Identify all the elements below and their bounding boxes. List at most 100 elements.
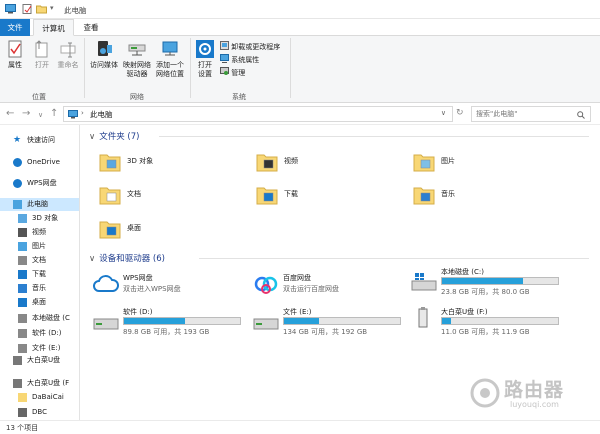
up-icon[interactable]: ↑ bbox=[50, 108, 58, 119]
sidebar-item[interactable]: DaBaiCai bbox=[0, 391, 79, 404]
drive-usage-fill bbox=[284, 318, 319, 324]
tab-file[interactable]: 文件 bbox=[0, 19, 30, 36]
computer-icon bbox=[68, 110, 78, 119]
tab-computer[interactable]: 计算机 bbox=[33, 19, 74, 36]
recent-dropdown-icon[interactable]: ∨ bbox=[38, 110, 43, 121]
folder-item[interactable]: 视频 bbox=[256, 150, 406, 178]
media-icon bbox=[98, 41, 112, 56]
devices-section-header[interactable]: ∨ 设备和驱动器 (6) bbox=[89, 252, 165, 264]
system-properties-button[interactable]: 系统属性 bbox=[220, 54, 259, 65]
breadcrumb-current[interactable]: 此电脑 bbox=[90, 109, 113, 120]
map-drive-label-2: 驱动器 bbox=[126, 70, 148, 78]
folder-label: 下载 bbox=[284, 190, 298, 198]
add-network-location-button[interactable]: 添加一个 网络位置 bbox=[153, 40, 187, 79]
document-icon bbox=[18, 256, 27, 265]
open-settings-label-2: 设置 bbox=[198, 70, 212, 78]
folder-icon[interactable] bbox=[36, 4, 47, 14]
navigation-bar: ← → ∨ ↑ › 此电脑 ∨ ↻ 搜索"此电脑" bbox=[0, 103, 600, 125]
sidebar-item-label: 本地磁盘 (C bbox=[32, 314, 70, 322]
drive-item[interactable]: 本地磁盘 (C:) 23.8 GB 可用，共 80.0 GB bbox=[411, 267, 566, 297]
address-dropdown-icon[interactable]: ∨ bbox=[441, 109, 446, 117]
folder-item[interactable]: 文档 bbox=[99, 183, 249, 211]
tab-view[interactable]: 查看 bbox=[80, 19, 102, 36]
folder-label: 视频 bbox=[284, 157, 298, 165]
sidebar-item-label: DBC bbox=[32, 408, 47, 416]
sidebar-item-label: 视频 bbox=[32, 228, 46, 236]
sidebar-item-label: 软件 (D:) bbox=[32, 329, 62, 337]
refresh-icon[interactable]: ↻ bbox=[456, 108, 464, 119]
properties-button[interactable]: 属性 bbox=[3, 40, 27, 70]
access-media-button[interactable]: 访问媒体 bbox=[87, 40, 121, 70]
properties-icon bbox=[8, 40, 22, 58]
drive-item[interactable]: WPS网盘 双击进入WPS网盘 bbox=[93, 273, 248, 303]
sidebar-item[interactable]: 下载 bbox=[0, 268, 79, 281]
drive-name: 软件 (D:) bbox=[123, 308, 153, 316]
sidebar-item-label: 快速访问 bbox=[27, 136, 55, 144]
manage-button[interactable]: 管理 bbox=[220, 67, 245, 78]
sidebar-item[interactable]: 此电脑 bbox=[0, 198, 79, 211]
forward-icon[interactable]: → bbox=[22, 108, 30, 119]
sidebar-item[interactable]: 图片 bbox=[0, 240, 79, 253]
sidebar-item[interactable]: 大白菜U盘 (F bbox=[0, 377, 79, 390]
rename-icon bbox=[60, 42, 76, 58]
folder-item[interactable]: 图片 bbox=[413, 150, 563, 178]
properties-icon[interactable] bbox=[22, 4, 33, 14]
dropdown-icon[interactable]: ▾ bbox=[50, 4, 54, 12]
folder-item[interactable]: 3D 对象 bbox=[99, 150, 249, 178]
sidebar-item[interactable]: 本地磁盘 (C bbox=[0, 312, 79, 325]
sidebar-item-label: DaBaiCai bbox=[32, 393, 64, 401]
open-button[interactable]: 打开 bbox=[31, 40, 53, 70]
watermark-name: 路由器 bbox=[504, 379, 565, 401]
sidebar-item-label: 下载 bbox=[32, 270, 46, 278]
sidebar-item[interactable]: ★ 快速访问 bbox=[0, 134, 79, 147]
rename-button[interactable]: 重命名 bbox=[55, 40, 81, 70]
open-settings-button[interactable]: 打开 设置 bbox=[193, 40, 217, 79]
drive-item[interactable]: 软件 (D:) 89.8 GB 可用，共 193 GB bbox=[93, 307, 248, 337]
divider bbox=[84, 38, 85, 98]
collapse-chevron-icon[interactable]: ∨ bbox=[89, 254, 95, 264]
sidebar-item[interactable]: 视频 bbox=[0, 226, 79, 239]
access-media-label: 访问媒体 bbox=[90, 61, 118, 69]
back-icon[interactable]: ← bbox=[6, 108, 14, 119]
drive-icon bbox=[18, 329, 27, 338]
sidebar-item[interactable]: WPS网盘 bbox=[0, 177, 79, 190]
drive-usage-fill bbox=[442, 318, 452, 324]
usb-drive-icon bbox=[418, 307, 428, 328]
folder-item[interactable]: 桌面 bbox=[99, 217, 249, 245]
sidebar-item[interactable]: DBC bbox=[0, 406, 79, 419]
sidebar-item[interactable]: 大白菜U盘 bbox=[0, 354, 79, 367]
breadcrumb-separator-icon: › bbox=[81, 109, 84, 117]
folders-section-header[interactable]: ∨ 文件夹 (7) bbox=[89, 130, 139, 142]
search-input[interactable]: 搜索"此电脑" bbox=[471, 106, 591, 122]
folder-item[interactable]: 下载 bbox=[256, 183, 406, 211]
sidebar-item[interactable]: OneDrive bbox=[0, 156, 79, 169]
uninstall-icon bbox=[220, 41, 229, 50]
folder-item[interactable]: 音乐 bbox=[413, 183, 563, 211]
add-location-label-1: 添加一个 bbox=[156, 61, 184, 69]
address-bar[interactable]: › 此电脑 ∨ bbox=[63, 106, 453, 122]
drive-free-space: 23.8 GB 可用，共 80.0 GB bbox=[441, 288, 530, 296]
settings-icon bbox=[196, 40, 214, 58]
watermark-domain: luyouqi.com bbox=[510, 400, 559, 409]
section-divider bbox=[159, 136, 589, 137]
sidebar-item[interactable]: 桌面 bbox=[0, 296, 79, 309]
uninstall-program-button[interactable]: 卸载或更改程序 bbox=[220, 41, 280, 52]
desktop-icon bbox=[99, 221, 121, 239]
drive-icon bbox=[18, 314, 27, 323]
drive-free-space: 89.8 GB 可用，共 193 GB bbox=[123, 328, 210, 336]
sidebar-item[interactable]: 音乐 bbox=[0, 282, 79, 295]
sidebar-item[interactable]: 软件 (D:) bbox=[0, 327, 79, 340]
devices-header-label: 设备和驱动器 (6) bbox=[99, 254, 165, 264]
drive-item[interactable]: 文件 (E:) 134 GB 可用，共 192 GB bbox=[253, 307, 408, 337]
sidebar-item[interactable]: 3D 对象 bbox=[0, 212, 79, 225]
drive-item[interactable]: 大白菜U盘 (F:) 11.0 GB 可用，共 11.9 GB bbox=[411, 307, 566, 337]
drive-item[interactable]: 百度网盘 双击运行百度网盘 bbox=[253, 273, 408, 303]
drive-usage-bar bbox=[283, 317, 401, 325]
picture-icon bbox=[413, 154, 435, 172]
properties-label: 属性 bbox=[8, 61, 22, 69]
usb-icon bbox=[13, 356, 22, 365]
collapse-chevron-icon[interactable]: ∨ bbox=[89, 132, 95, 142]
map-drive-button[interactable]: 映射网络 驱动器 bbox=[121, 40, 153, 79]
sidebar-item-label: 音乐 bbox=[32, 284, 46, 292]
sidebar-item[interactable]: 文档 bbox=[0, 254, 79, 267]
